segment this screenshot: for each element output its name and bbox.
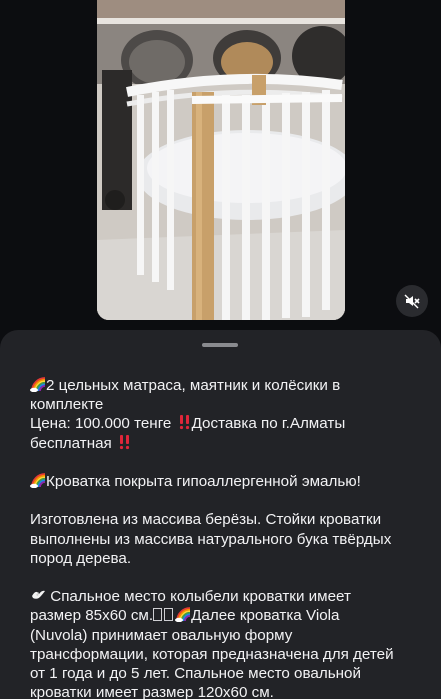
rainbow-icon — [175, 607, 191, 623]
caption-paragraph: Спальное место колыбели кроватки имеет ра… — [30, 587, 425, 699]
caption-text: Цена: 100.000 тенге — [30, 415, 176, 433]
caption-line: (Nuvola) принимает овальную форму — [30, 626, 425, 645]
caption-sheet[interactable]: 2 цельных матраса, маятник и колёсики в к… — [0, 330, 441, 699]
caption-text: Спальное место колыбели кроватки имеет — [46, 588, 351, 606]
caption-text: кроватки имеет размер 120х60 см. — [30, 684, 274, 699]
rainbow-icon — [30, 377, 46, 392]
crib-photo — [97, 0, 345, 320]
caption-text: Доставка по г.Алматы — [191, 415, 346, 433]
caption-line: от 1 года и до 5 лет. Спальное место ова… — [30, 664, 425, 683]
caption-line: Кроватка покрыта гипоаллергенной эмалью! — [30, 472, 425, 491]
app-screen: 2 цельных матраса, маятник и колёсики в к… — [0, 0, 441, 699]
caption-line: кроватки имеет размер 120х60 см. — [30, 683, 425, 699]
post-caption: 2 цельных матраса, маятник и колёсики в к… — [30, 376, 425, 699]
caption-line: бесплатная — [30, 434, 425, 453]
caption-text: бесплатная — [30, 434, 117, 452]
caption-paragraph: Изготовлена из массива берёзы. Стойки кр… — [30, 510, 425, 568]
caption-line: комплекте — [30, 395, 425, 414]
mute-button[interactable] — [396, 285, 428, 317]
caption-text: Кроватка покрыта гипоаллергенной эмалью! — [46, 473, 361, 490]
caption-line: Спальное место колыбели кроватки имеет — [30, 587, 425, 606]
caption-text: трансформации, которая предназначена для… — [30, 645, 394, 663]
caption-text: размер 85х60 см. — [30, 607, 154, 625]
caption-line: размер 85х60 см. Далее кроватка Viola — [30, 606, 425, 625]
drag-handle[interactable] — [202, 343, 238, 347]
double-exclamation-icon — [119, 434, 130, 449]
video-player[interactable] — [97, 0, 345, 320]
caption-text: пород дерева. — [30, 549, 132, 567]
rainbow-icon — [30, 473, 46, 488]
caption-text: Изготовлена из массива берёзы. Стойки кр… — [30, 511, 382, 529]
caption-text: Далее кроватка Viola — [191, 607, 340, 625]
caption-line: выполнены из массива натурального бука т… — [30, 530, 425, 549]
caption-paragraph: 2 цельных матраса, маятник и колёсики в к… — [30, 376, 425, 453]
caption-line: 2 цельных матраса, маятник и колёсики в — [30, 376, 425, 395]
caption-text: (Nuvola) принимает овальную форму — [30, 626, 293, 644]
missing-glyph-icon — [164, 608, 174, 622]
caption-line: трансформации, которая предназначена для… — [30, 645, 425, 664]
double-exclamation-icon — [179, 415, 189, 430]
caption-text: от 1 года и до 5 лет. Спальное место ова… — [30, 665, 361, 682]
caption-paragraph: Кроватка покрыта гипоаллергенной эмалью! — [30, 472, 425, 491]
caption-line: Изготовлена из массива берёзы. Стойки кр… — [30, 510, 425, 529]
dove-icon — [32, 590, 45, 599]
caption-line: пород дерева. — [30, 549, 425, 568]
speaker-muted-icon — [404, 294, 420, 309]
caption-text: выполнены из массива натурального бука т… — [30, 530, 392, 548]
missing-glyph-icon — [153, 608, 163, 622]
caption-text: 2 цельных матраса, маятник и колёсики в — [46, 377, 341, 394]
caption-text: комплекте — [30, 396, 104, 414]
caption-line: Цена: 100.000 тенге Доставка по г.Алматы — [30, 414, 425, 433]
